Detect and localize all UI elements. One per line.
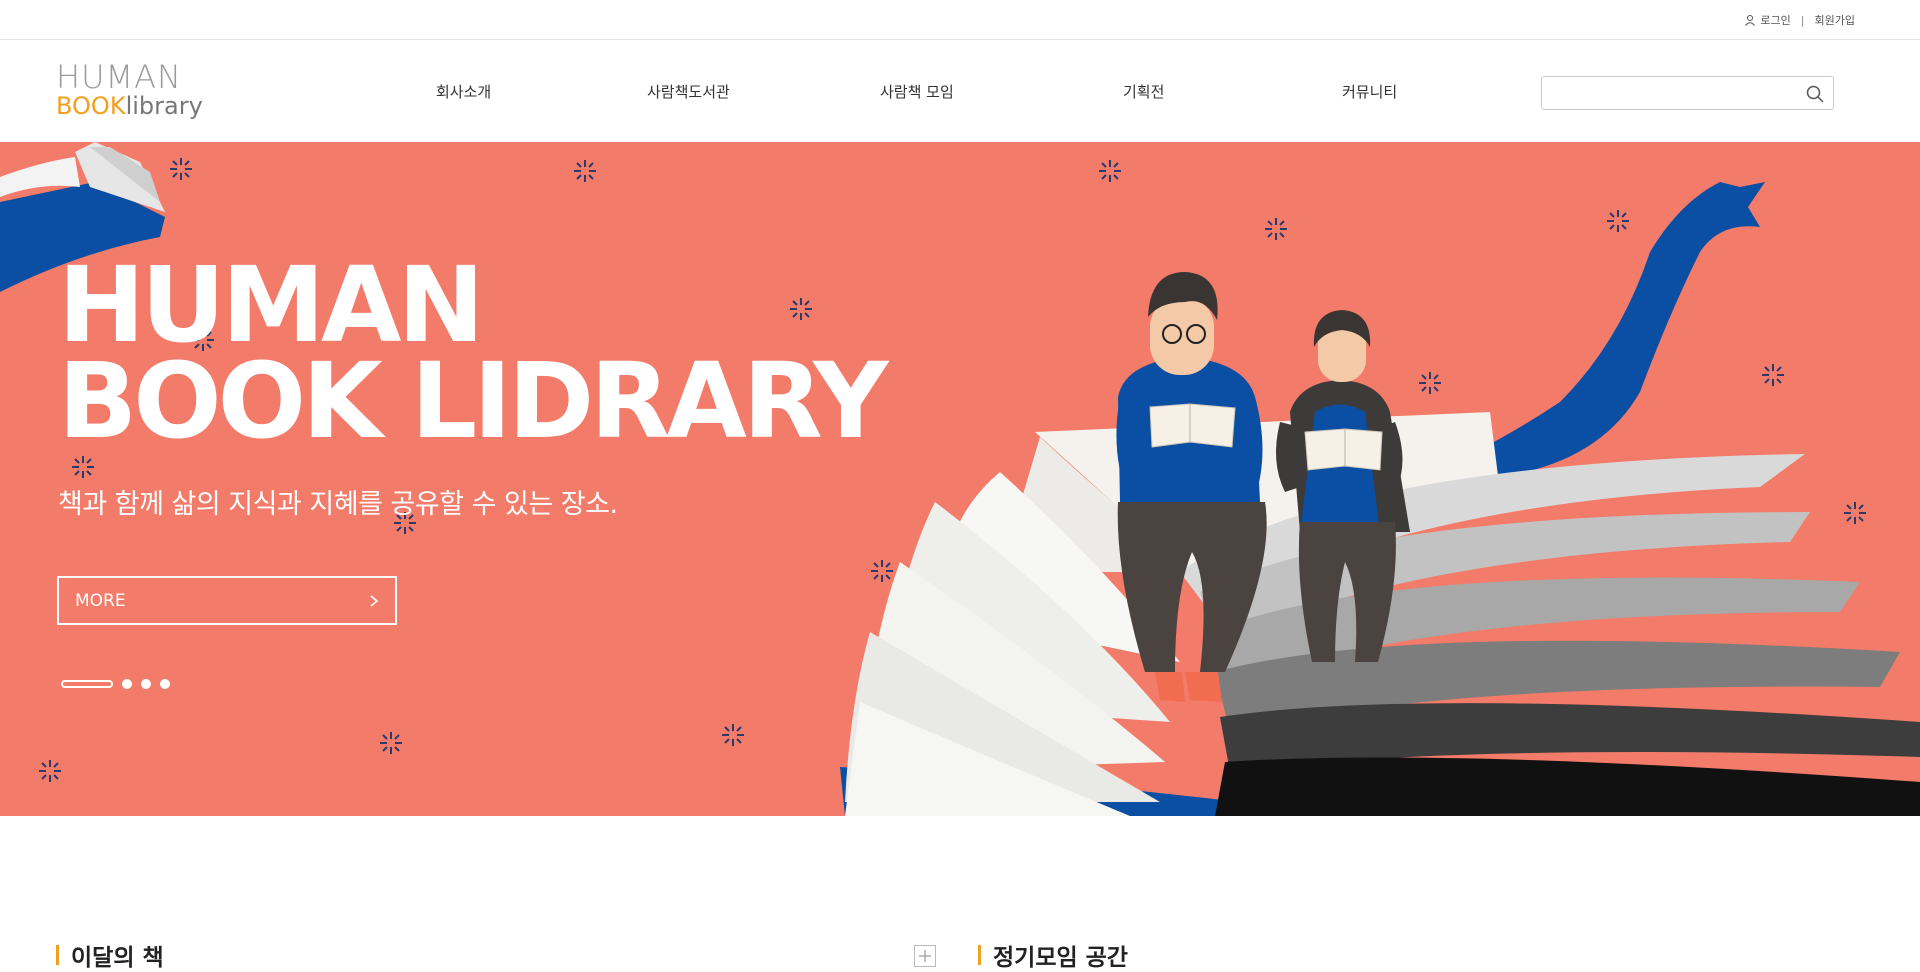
sparkle-icon — [380, 732, 402, 754]
more-button[interactable]: MORE — [57, 576, 397, 625]
book-of-month-label: 이달의 책 — [71, 945, 164, 971]
account-links: 로그인 | 회원가입 — [1744, 12, 1855, 28]
signup-link[interactable]: 회원가입 — [1815, 12, 1855, 28]
nav-human-book-meeting[interactable]: 사람책 모임 — [880, 81, 954, 102]
site-logo[interactable]: HUMAN BOOKlibrary — [56, 61, 203, 118]
sparkle-icon — [1762, 364, 1784, 386]
sparkle-icon — [1844, 502, 1866, 524]
slide-indicator[interactable] — [160, 679, 170, 689]
sparkle-icon — [1419, 372, 1441, 394]
more-button-label: MORE — [75, 590, 126, 611]
accent-bar — [978, 945, 981, 965]
slide-indicator[interactable] — [141, 679, 151, 689]
top-utility-bar: 로그인 | 회원가입 — [0, 0, 1920, 40]
sparkle-icon — [39, 760, 61, 782]
nav-company[interactable]: 회사소개 — [436, 81, 491, 102]
nav-exhibition[interactable]: 기획전 — [1123, 81, 1164, 102]
section-title-book-of-month: 이달의 책 — [56, 938, 164, 972]
sparkle-icon — [1099, 160, 1121, 182]
site-header: HUMAN BOOKlibrary 회사소개 사람책도서관 사람책 모임 기획전… — [0, 41, 1920, 142]
search-box — [1541, 76, 1834, 110]
slide-indicator-active[interactable] — [61, 680, 113, 688]
hero-title-line1: HUMAN — [58, 244, 485, 366]
login-link[interactable]: 로그인 — [1744, 12, 1791, 28]
logo-human: HUMAN — [56, 58, 182, 96]
sparkle-icon — [574, 160, 596, 182]
sparkle-icon — [170, 158, 192, 180]
section-title-meeting-space: 정기모임 공간 — [978, 938, 1128, 972]
nav-community[interactable]: 커뮤니티 — [1342, 81, 1397, 102]
hero-banner: HUMAN BOOK LIDRARY 책과 함께 삶의 지식과 지혜를 공유할 … — [0, 142, 1920, 816]
search-icon[interactable] — [1805, 84, 1825, 104]
plus-icon — [919, 950, 931, 962]
hero-title: HUMAN BOOK LIDRARY — [58, 244, 888, 462]
sparkle-icon — [871, 560, 893, 582]
hero-subtitle: 책과 함께 삶의 지식과 지혜를 공유할 수 있는 장소. — [58, 489, 618, 520]
person-icon — [1745, 15, 1756, 26]
logo-library: library — [125, 92, 203, 120]
search-input[interactable] — [1542, 77, 1792, 109]
slide-indicator[interactable] — [122, 679, 132, 689]
sparkle-icon — [722, 724, 744, 746]
hero-title-line2: BOOK LIDRARY — [58, 340, 888, 462]
meeting-space-label: 정기모임 공간 — [993, 945, 1128, 971]
chevron-right-icon — [370, 595, 379, 607]
more-books-button[interactable] — [914, 945, 936, 967]
sparkle-icon — [1607, 210, 1629, 232]
accent-bar — [56, 945, 59, 965]
nav-human-library[interactable]: 사람책도서관 — [647, 81, 730, 102]
logo-booklibrary: BOOKlibrary — [56, 94, 203, 118]
link-separator: | — [1800, 13, 1805, 27]
login-label: 로그인 — [1760, 14, 1791, 27]
logo-book: BOOK — [56, 92, 126, 120]
sparkle-icon — [1265, 218, 1287, 240]
slide-pagination — [61, 679, 170, 689]
